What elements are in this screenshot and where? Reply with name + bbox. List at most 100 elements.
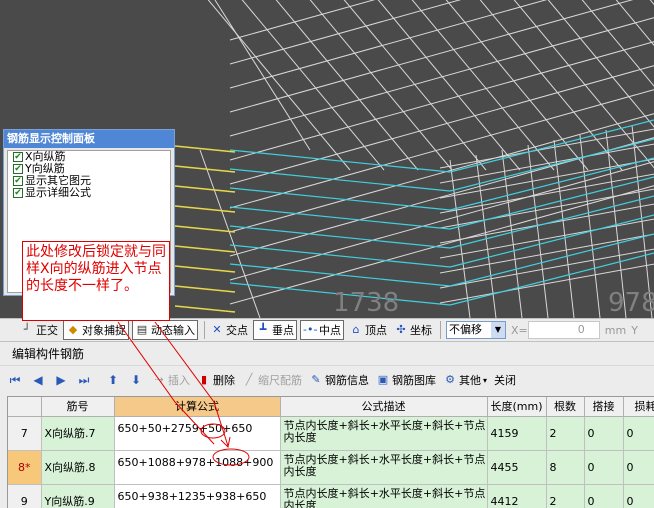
delete-icon: ▮: [200, 373, 208, 386]
insert-icon: ⇢: [154, 373, 164, 386]
edit-panel-toolbar: ⏮ ◀ ▶ ⏭ ⬆ ⬇ ⇢ 插入 ▮ 删除 ╱ 缩尺配筋 ✎ 钢筋信息 ▣ 钢筋图库 ⚙ 其…: [0, 366, 654, 394]
x-coordinate-value: 0: [577, 323, 585, 336]
dynamic-input-button[interactable]: ▤ 动态输入: [132, 320, 198, 340]
midpoint-button[interactable]: -•- 中点: [300, 320, 344, 340]
count-cell[interactable]: 2: [546, 484, 585, 508]
y-rebar-line: [174, 265, 236, 273]
mesh-line: [229, 161, 654, 281]
other-menu-button[interactable]: ⚙ 其他 ▾: [443, 372, 487, 388]
y-coordinate-label: Y: [631, 323, 638, 337]
length-cell[interactable]: 4412: [487, 484, 547, 508]
y-rebar-line: [174, 225, 236, 233]
x-rebar-line: [229, 225, 451, 249]
description-cell[interactable]: 节点内长度+斜长+水平长度+斜长+节点内长度: [280, 450, 488, 485]
row-number[interactable]: 9: [8, 484, 42, 508]
coordinate-button[interactable]: ✣ 坐标: [392, 320, 434, 340]
column-header[interactable]: 计算公式: [114, 397, 281, 417]
mesh-line: [229, 113, 654, 233]
delete-button[interactable]: ▮ 删除: [197, 372, 235, 388]
annotation-callout: 此处修改后锁定就与同样X向的纵筋进入节点的长度不一样了。: [22, 241, 170, 321]
mesh-line: [275, 0, 419, 171]
ortho-button[interactable]: ┘ 正交: [18, 320, 60, 340]
ortho-label: 正交: [36, 324, 58, 337]
lap-cell[interactable]: 0: [584, 484, 624, 508]
column-header[interactable]: 搭接: [584, 397, 624, 417]
formula-cell[interactable]: 650+50+2759+50+650: [114, 416, 281, 451]
column-header[interactable]: 公式描述: [280, 397, 488, 417]
row-number[interactable]: 8*: [8, 450, 42, 485]
dimension-label-left: 1738: [333, 288, 400, 318]
count-cell[interactable]: 2: [546, 416, 585, 451]
rebar-name-cell[interactable]: Y向纵筋.9: [41, 484, 115, 508]
loss-cell[interactable]: 0: [623, 484, 654, 508]
y-rebar-line: [174, 245, 236, 253]
intersection-button[interactable]: ✕ 交点: [208, 320, 250, 340]
check-icon: ✔: [13, 152, 23, 162]
checkbox-label: 显示详细公式: [25, 186, 91, 199]
table-row-active[interactable]: 8* X向纵筋.8 650+1088+978+1088+900 节点内长度+斜长…: [8, 450, 654, 485]
scale-config-button[interactable]: ╱ 缩尺配筋: [242, 372, 302, 388]
edit-panel-title: 编辑构件钢筋: [0, 342, 654, 366]
rebar-library-button[interactable]: ▣ 钢筋图库: [376, 372, 436, 388]
ortho-icon: ┘: [23, 323, 31, 336]
column-header[interactable]: 根数: [546, 397, 585, 417]
insert-button[interactable]: ⇢ 插入: [152, 372, 190, 388]
mesh-line: [411, 0, 555, 171]
previous-record-icon[interactable]: ◀: [31, 373, 45, 387]
column-header[interactable]: 损耗: [623, 397, 654, 417]
rebar-info-label: 钢筋信息: [325, 374, 369, 387]
column-header[interactable]: 长度(mm): [487, 397, 547, 417]
offset-mode-value: 不偏移: [449, 323, 482, 336]
toolbar-divider: [440, 321, 441, 339]
description-cell[interactable]: 节点内长度+斜长+水平长度+斜长+节点内长度: [280, 484, 488, 508]
rebar-info-button[interactable]: ✎ 钢筋信息: [309, 372, 369, 388]
row-number[interactable]: 7: [8, 416, 42, 451]
dynamic-input-label: 动态输入: [151, 324, 195, 337]
checkbox-show-detail-formula[interactable]: ✔ 显示详细公式: [13, 187, 170, 199]
last-record-icon[interactable]: ⏭: [77, 373, 91, 387]
loss-cell[interactable]: 0: [623, 416, 654, 451]
lap-cell[interactable]: 0: [584, 450, 624, 485]
x-rebar-line: [229, 263, 451, 287]
y-rebar-line: [174, 285, 236, 293]
next-record-icon[interactable]: ▶: [54, 373, 68, 387]
rebar-name-cell[interactable]: X向纵筋.7: [41, 416, 115, 451]
count-cell[interactable]: 8: [546, 450, 585, 485]
coordinate-label: 坐标: [410, 324, 432, 337]
perpendicular-button[interactable]: ┻ 垂点: [253, 320, 297, 340]
object-snap-button[interactable]: ◆ 对象捕捉: [63, 320, 129, 340]
x-rebar-line: [449, 233, 654, 287]
intersection-icon: ✕: [212, 323, 222, 336]
vertex-button[interactable]: ⌂ 顶点: [347, 320, 389, 340]
description-cell[interactable]: 节点内长度+斜长+水平长度+斜长+节点内长度: [280, 416, 488, 451]
rebar-bend-line: [214, 0, 311, 151]
caret-down-icon: ▾: [483, 375, 488, 385]
first-record-icon[interactable]: ⏮: [8, 373, 22, 387]
length-cell[interactable]: 4455: [487, 450, 547, 485]
rebar-name-cell[interactable]: X向纵筋.8: [41, 450, 115, 485]
move-down-icon[interactable]: ⬇: [129, 373, 143, 387]
intersection-label: 交点: [226, 324, 248, 337]
formula-cell[interactable]: 650+938+1235+938+650: [114, 484, 281, 508]
table-row[interactable]: 9 Y向纵筋.9 650+938+1235+938+650 节点内长度+斜长+水…: [8, 484, 654, 508]
table-row[interactable]: 7 X向纵筋.7 650+50+2759+50+650 节点内长度+斜长+水平长…: [8, 416, 654, 451]
control-panel-title: 钢筋显示控制面板: [4, 130, 174, 148]
rebar-bend-line: [199, 149, 261, 318]
mesh-line: [229, 185, 654, 305]
mesh-line: [309, 0, 453, 171]
insert-label: 插入: [168, 374, 190, 387]
x-coordinate-input[interactable]: 0: [527, 321, 600, 339]
move-up-icon[interactable]: ⬆: [106, 373, 120, 387]
offset-mode-select[interactable]: 不偏移 ▼: [446, 321, 506, 339]
y-rebar-line: [174, 185, 236, 193]
lap-cell[interactable]: 0: [584, 416, 624, 451]
y-rebar-line: [174, 205, 236, 213]
mesh-line: [479, 0, 623, 171]
close-button[interactable]: 关闭: [494, 372, 516, 388]
formula-cell[interactable]: 650+1088+978+1088+900: [114, 450, 281, 485]
length-cell[interactable]: 4159: [487, 416, 547, 451]
column-header[interactable]: 筋号: [41, 397, 115, 417]
loss-cell[interactable]: 0: [623, 450, 654, 485]
other-icon: ⚙: [445, 373, 455, 386]
chevron-down-icon: ▼: [491, 322, 505, 338]
